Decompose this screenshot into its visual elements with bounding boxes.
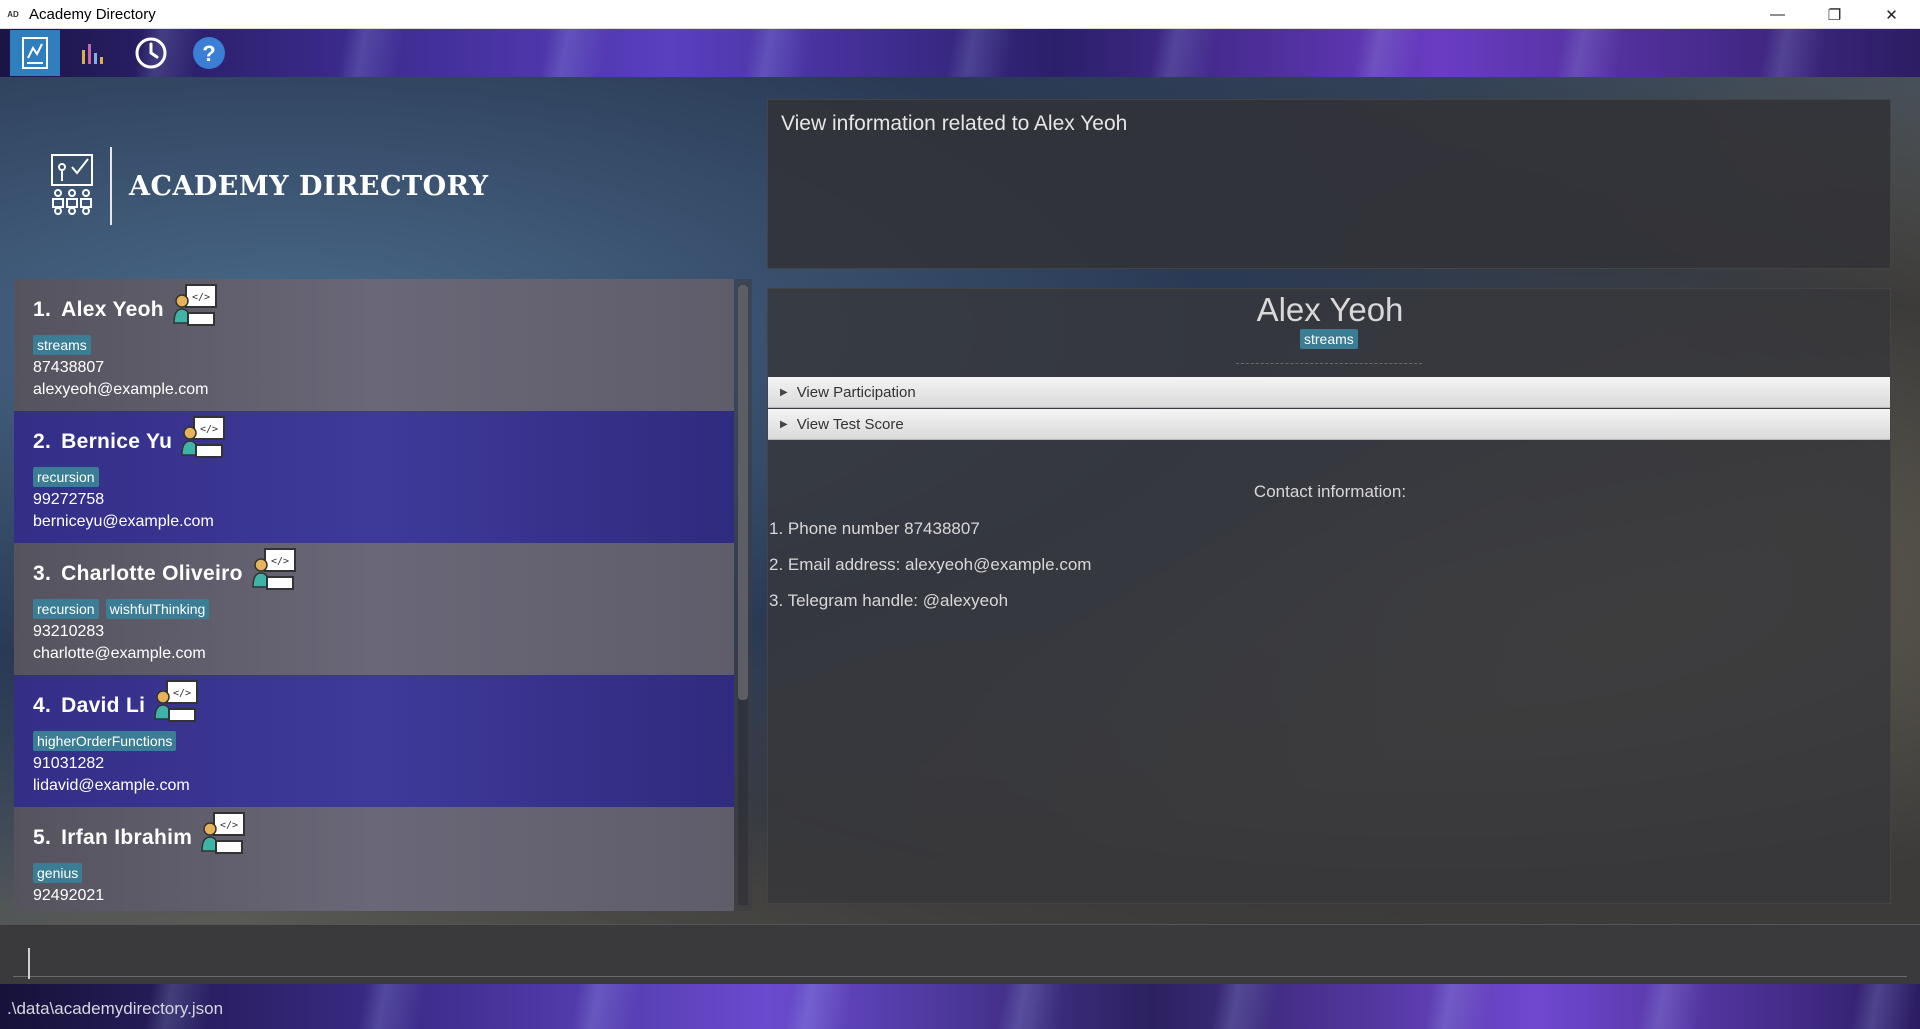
academy-logo: Academy Directory bbox=[50, 146, 489, 226]
window-controls: — ❐ ✕ bbox=[1749, 0, 1920, 29]
student-list[interactable]: 1. Alex Yeoh </> streams 87438807 alexye… bbox=[14, 279, 752, 911]
svg-text:</>: </> bbox=[200, 424, 218, 435]
student-tag: recursion bbox=[33, 599, 99, 619]
window-titlebar: AD Academy Directory — ❐ ✕ bbox=[0, 0, 1920, 29]
help-button[interactable]: ? bbox=[184, 30, 234, 76]
student-tag: recursion bbox=[33, 467, 99, 487]
history-button[interactable] bbox=[126, 30, 176, 76]
expand-arrow-icon: ▶ bbox=[780, 386, 788, 398]
student-email: berniceyu@example.com bbox=[33, 513, 214, 530]
student-email: charlotte@example.com bbox=[33, 645, 206, 662]
student-phone: 99272758 bbox=[33, 491, 105, 508]
view-participation-accordion[interactable]: ▶ View Participation bbox=[768, 377, 1890, 408]
text-caret bbox=[28, 948, 30, 979]
svg-text:</>: </> bbox=[271, 556, 289, 567]
student-tag: streams bbox=[33, 335, 91, 355]
student-name: Bernice Yu bbox=[61, 430, 173, 453]
status-bar: .\data\academydirectory.json bbox=[0, 984, 1920, 1029]
accordion-label: View Test Score bbox=[796, 415, 904, 433]
close-button[interactable]: ✕ bbox=[1863, 0, 1920, 29]
student-index: 1. bbox=[33, 298, 52, 321]
svg-text:</>: </> bbox=[173, 688, 191, 699]
student-index: 4. bbox=[33, 694, 52, 717]
history-clock-icon bbox=[135, 37, 167, 69]
toolbar: ? bbox=[0, 29, 1920, 77]
student-phone: 87438807 bbox=[33, 359, 105, 376]
result-message: View information related to Alex Yeoh bbox=[781, 112, 1128, 135]
logo-title: Academy Directory bbox=[129, 170, 489, 202]
help-icon: ? bbox=[193, 37, 225, 69]
student-card[interactable]: 2. Bernice Yu </> recursion 99272758 ber… bbox=[14, 411, 734, 543]
contact-phone: 1. Phone number 87438807 bbox=[769, 519, 980, 538]
directory-view-icon bbox=[22, 37, 48, 69]
expand-arrow-icon: ▶ bbox=[780, 418, 788, 430]
contact-telegram: 3. Telegram handle: @alexyeoh bbox=[769, 591, 1009, 610]
directory-view-button[interactable] bbox=[10, 30, 60, 76]
student-card[interactable]: 1. Alex Yeoh </> streams 87438807 alexye… bbox=[14, 279, 734, 411]
student-coder-icon: </> bbox=[201, 812, 246, 854]
student-coder-icon: </> bbox=[251, 548, 296, 590]
svg-text:</>: </> bbox=[192, 292, 210, 303]
student-email: alexyeoh@example.com bbox=[33, 381, 209, 398]
window-title: Academy Directory bbox=[29, 5, 156, 23]
svg-text:</>: </> bbox=[220, 820, 238, 831]
data-file-path: .\data\academydirectory.json bbox=[7, 999, 224, 1018]
student-tag: genius bbox=[33, 863, 83, 883]
student-coder-icon: </> bbox=[154, 680, 199, 722]
list-scrollbar-thumb[interactable] bbox=[738, 285, 748, 700]
detail-student-name: Alex Yeoh bbox=[1256, 291, 1404, 328]
student-coder-icon: </> bbox=[173, 284, 217, 326]
view-test-score-accordion[interactable]: ▶ View Test Score bbox=[768, 409, 1890, 440]
contact-info-title: Contact information: bbox=[1253, 482, 1407, 501]
student-name: Alex Yeoh bbox=[61, 298, 164, 321]
student-phone: 93210283 bbox=[33, 623, 105, 640]
student-email: lidavid@example.com bbox=[33, 777, 190, 794]
student-index: 3. bbox=[33, 562, 52, 585]
student-card[interactable]: 4. David Li </> higherOrderFunctions 910… bbox=[14, 675, 734, 807]
bar-chart-icon bbox=[82, 44, 103, 64]
restore-button[interactable]: ❐ bbox=[1806, 0, 1863, 29]
minimize-button[interactable]: — bbox=[1749, 0, 1806, 29]
student-card[interactable]: 3. Charlotte Oliveiro </> recursion wish… bbox=[14, 543, 734, 675]
student-tag: wishfulThinking bbox=[105, 599, 210, 619]
student-index: 2. bbox=[33, 430, 52, 453]
detail-divider bbox=[1236, 363, 1422, 364]
logo-divider bbox=[110, 147, 112, 225]
app-icon: AD bbox=[7, 9, 19, 19]
accordion-label: View Participation bbox=[796, 383, 916, 401]
student-card[interactable]: 5. Irfan Ibrahim </> genius 92492021 bbox=[14, 807, 734, 911]
student-coder-icon: </> bbox=[181, 416, 226, 458]
teacher-board-icon bbox=[51, 154, 93, 215]
student-name: David Li bbox=[61, 694, 146, 717]
result-display: View information related to Alex Yeoh bbox=[767, 99, 1891, 269]
command-input[interactable] bbox=[13, 941, 1907, 977]
statistics-button[interactable] bbox=[68, 30, 118, 76]
contact-email: 2. Email address: alexyeoh@example.com bbox=[769, 555, 1092, 574]
student-name: Charlotte Oliveiro bbox=[61, 562, 243, 585]
student-phone: 91031282 bbox=[33, 755, 105, 772]
student-detail-panel: Alex Yeoh streams ▶ View Participation ▶… bbox=[767, 288, 1891, 904]
svg-text:?: ? bbox=[202, 41, 215, 66]
student-phone: 92492021 bbox=[33, 887, 105, 904]
student-tag: higherOrderFunctions bbox=[33, 731, 177, 751]
detail-student-tag: streams bbox=[1300, 329, 1358, 349]
command-box bbox=[0, 924, 1920, 984]
student-name: Irfan Ibrahim bbox=[61, 826, 193, 849]
student-index: 5. bbox=[33, 826, 52, 849]
